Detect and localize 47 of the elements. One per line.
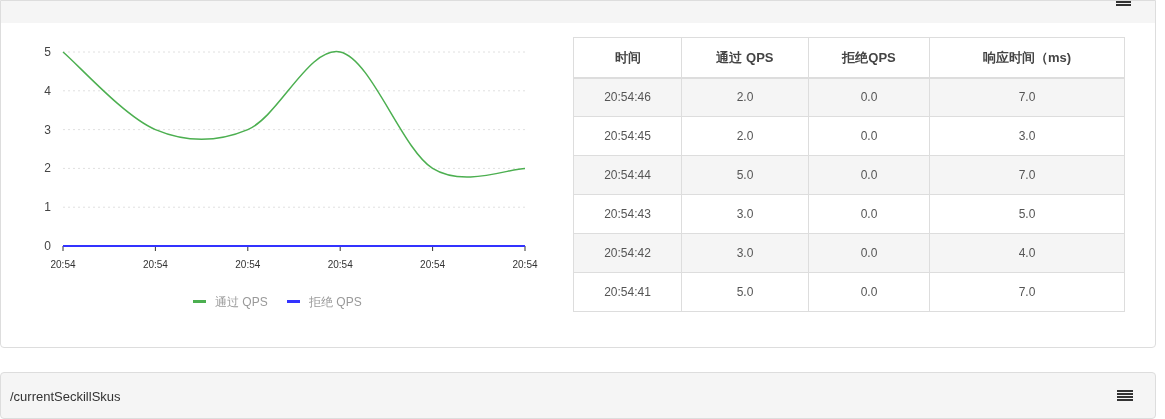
table-cell: 2.0 — [681, 77, 809, 117]
table-cell: 5.0 — [929, 194, 1125, 234]
legend-label: 拒绝 QPS — [309, 295, 362, 309]
table-cell: 5.0 — [681, 272, 809, 312]
menu-icon[interactable] — [1116, 1, 1131, 6]
table-cell: 20:54:45 — [573, 116, 682, 156]
table-cell: 7.0 — [929, 155, 1125, 195]
axis-label: 20:54 — [50, 259, 76, 270]
column-header: 响应时间（ms) — [929, 37, 1125, 78]
table-cell: 5.0 — [681, 155, 809, 195]
table-cell: 0.0 — [808, 116, 930, 156]
table-cell: 20:54:43 — [573, 194, 682, 234]
table-cell: 0.0 — [808, 233, 930, 273]
axis-label: 0 — [44, 239, 51, 253]
column-header: 拒绝QPS — [808, 37, 930, 78]
table-cell: 0.0 — [808, 77, 930, 117]
table-cell: 7.0 — [929, 77, 1125, 117]
legend-swatch — [287, 300, 300, 303]
table-cell: 0.0 — [808, 155, 930, 195]
column-header: 通过 QPS — [681, 37, 809, 78]
axis-label: 20:54 — [142, 259, 168, 270]
axis-label: 4 — [44, 83, 51, 98]
axis-label: 20:54 — [327, 259, 353, 270]
table-cell: 2.0 — [681, 116, 809, 156]
axis-label: 20:54 — [512, 259, 538, 270]
axis-label: 5 — [44, 45, 51, 59]
panel-title: /currentSeckillSkus — [10, 388, 121, 406]
table-cell: 20:54:46 — [573, 77, 682, 117]
table-cell: 4.0 — [929, 233, 1125, 273]
axis-label: 3 — [44, 122, 51, 137]
table-cell: 3.0 — [681, 233, 809, 273]
table-cell: 0.0 — [808, 194, 930, 234]
table-cell: 20:54:44 — [573, 155, 682, 195]
column-header: 时间 — [573, 37, 682, 78]
menu-icon[interactable] — [1117, 390, 1133, 401]
table-cell: 20:54:42 — [573, 233, 682, 273]
axis-label: 2 — [44, 161, 51, 176]
table-cell: 7.0 — [929, 272, 1125, 312]
table-cell: 20:54:41 — [573, 272, 682, 312]
table-cell: 0.0 — [808, 272, 930, 312]
legend-label: 通过 QPS — [215, 295, 268, 309]
axis-label: 20:54 — [235, 259, 261, 270]
legend-swatch — [193, 300, 206, 303]
axis-label: 20:54 — [420, 259, 446, 270]
table-cell: 3.0 — [929, 116, 1125, 156]
axis-label: 1 — [44, 200, 51, 215]
table-cell: 3.0 — [681, 194, 809, 234]
